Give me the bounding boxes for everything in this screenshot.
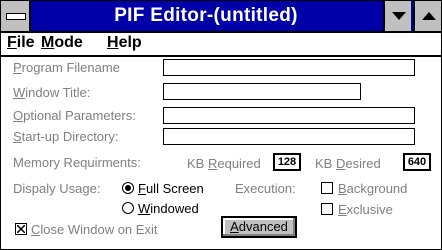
window-title-label: Window Title: bbox=[13, 85, 90, 100]
window-title: PIF Editor-(untitled) bbox=[114, 5, 298, 26]
program-filename-label: Program Filename bbox=[13, 60, 120, 75]
optional-parameters-label-text: ptional Parameters: bbox=[23, 108, 136, 123]
program-filename-mnemonic: P bbox=[13, 60, 22, 75]
maximize-button[interactable] bbox=[413, 1, 441, 31]
window-title-input[interactable] bbox=[163, 83, 361, 100]
startup-directory-input[interactable] bbox=[163, 128, 415, 145]
background-mnemonic: B bbox=[338, 181, 347, 196]
full-screen-mnemonic: F bbox=[138, 181, 146, 196]
startup-directory-mnemonic: S bbox=[13, 129, 22, 144]
background-label[interactable]: Background bbox=[338, 181, 407, 196]
minimize-button[interactable] bbox=[383, 1, 411, 31]
menu-mode-label: ode bbox=[54, 34, 83, 51]
menu-mode-mnemonic: M bbox=[41, 34, 55, 51]
exclusive-label[interactable]: Exclusive bbox=[338, 202, 393, 217]
kb-required-label-text: equired bbox=[217, 156, 261, 171]
menu-help-label: elp bbox=[118, 34, 142, 51]
system-menu-icon bbox=[6, 13, 26, 20]
menu-help[interactable]: Help bbox=[107, 34, 142, 52]
close-window-on-exit-mnemonic: C bbox=[31, 222, 41, 237]
menu-file-label: ile bbox=[16, 34, 35, 51]
program-filename-label-text: rogram Filename bbox=[21, 60, 120, 75]
menu-bar: File Mode Help bbox=[1, 33, 441, 57]
triangle-up-icon bbox=[422, 12, 436, 20]
menu-file[interactable]: File bbox=[7, 34, 35, 52]
windowed-mnemonic: W bbox=[138, 201, 151, 216]
kb-required-input[interactable]: 128 bbox=[273, 153, 301, 171]
optional-parameters-label: Optional Parameters: bbox=[13, 108, 136, 123]
menu-help-mnemonic: H bbox=[107, 34, 119, 51]
exclusive-label-text: xclusive bbox=[346, 202, 393, 217]
windowed-label-text: indowed bbox=[150, 201, 199, 216]
kb-required-mnemonic: R bbox=[207, 156, 218, 171]
full-screen-label-text: ull Screen bbox=[145, 181, 204, 196]
kb-desired-mnemonic: D bbox=[335, 156, 346, 171]
optional-parameters-mnemonic: O bbox=[13, 108, 24, 123]
kb-required-label: KB Required bbox=[187, 156, 261, 171]
triangle-down-icon bbox=[392, 12, 406, 20]
menu-mode[interactable]: Mode bbox=[41, 34, 83, 52]
memory-requirements-label: Memory Requirments: bbox=[13, 155, 141, 170]
execution-label: Execution: bbox=[235, 181, 296, 196]
check-x-icon bbox=[17, 225, 25, 233]
kb-desired-prefix: KB bbox=[315, 156, 336, 171]
close-window-on-exit-label-text: lose Window on Exit bbox=[40, 222, 158, 237]
full-screen-radio[interactable] bbox=[122, 182, 134, 194]
menu-file-mnemonic: F bbox=[7, 34, 17, 51]
window-title-mnemonic: W bbox=[13, 85, 26, 100]
exclusive-mnemonic: E bbox=[338, 202, 347, 217]
display-usage-label: Dispaly Usage: bbox=[13, 181, 101, 196]
background-checkbox[interactable] bbox=[321, 182, 333, 194]
exclusive-checkbox[interactable] bbox=[321, 203, 333, 215]
background-label-text: ackground bbox=[346, 181, 408, 196]
close-window-on-exit-label[interactable]: Close Window on Exit bbox=[31, 222, 157, 237]
startup-directory-label: Start-up Directory: bbox=[13, 129, 118, 144]
close-window-on-exit-checkbox[interactable] bbox=[15, 223, 27, 235]
pif-editor-window: PIF Editor-(untitled) File Mode Help Pro… bbox=[0, 0, 442, 250]
advanced-mnemonic: A bbox=[230, 219, 239, 234]
kb-desired-label-text: esired bbox=[345, 156, 381, 171]
title-bar[interactable]: PIF Editor-(untitled) bbox=[1, 1, 441, 33]
windowed-label[interactable]: Windowed bbox=[138, 201, 199, 216]
startup-directory-label-text: tart-up Directory: bbox=[21, 129, 119, 144]
window-title-label-text: indow Title: bbox=[25, 85, 91, 100]
advanced-button-label: dvanced bbox=[238, 219, 288, 234]
program-filename-input[interactable] bbox=[163, 59, 415, 76]
kb-desired-input[interactable]: 640 bbox=[403, 153, 431, 171]
optional-parameters-input[interactable] bbox=[163, 107, 415, 124]
kb-desired-label: KB Desired bbox=[315, 156, 381, 171]
windowed-radio[interactable] bbox=[122, 202, 134, 214]
system-menu-button[interactable] bbox=[1, 1, 31, 31]
full-screen-label[interactable]: Full Screen bbox=[138, 181, 204, 196]
kb-required-prefix: KB bbox=[187, 156, 208, 171]
advanced-button[interactable]: Advanced bbox=[221, 216, 297, 238]
